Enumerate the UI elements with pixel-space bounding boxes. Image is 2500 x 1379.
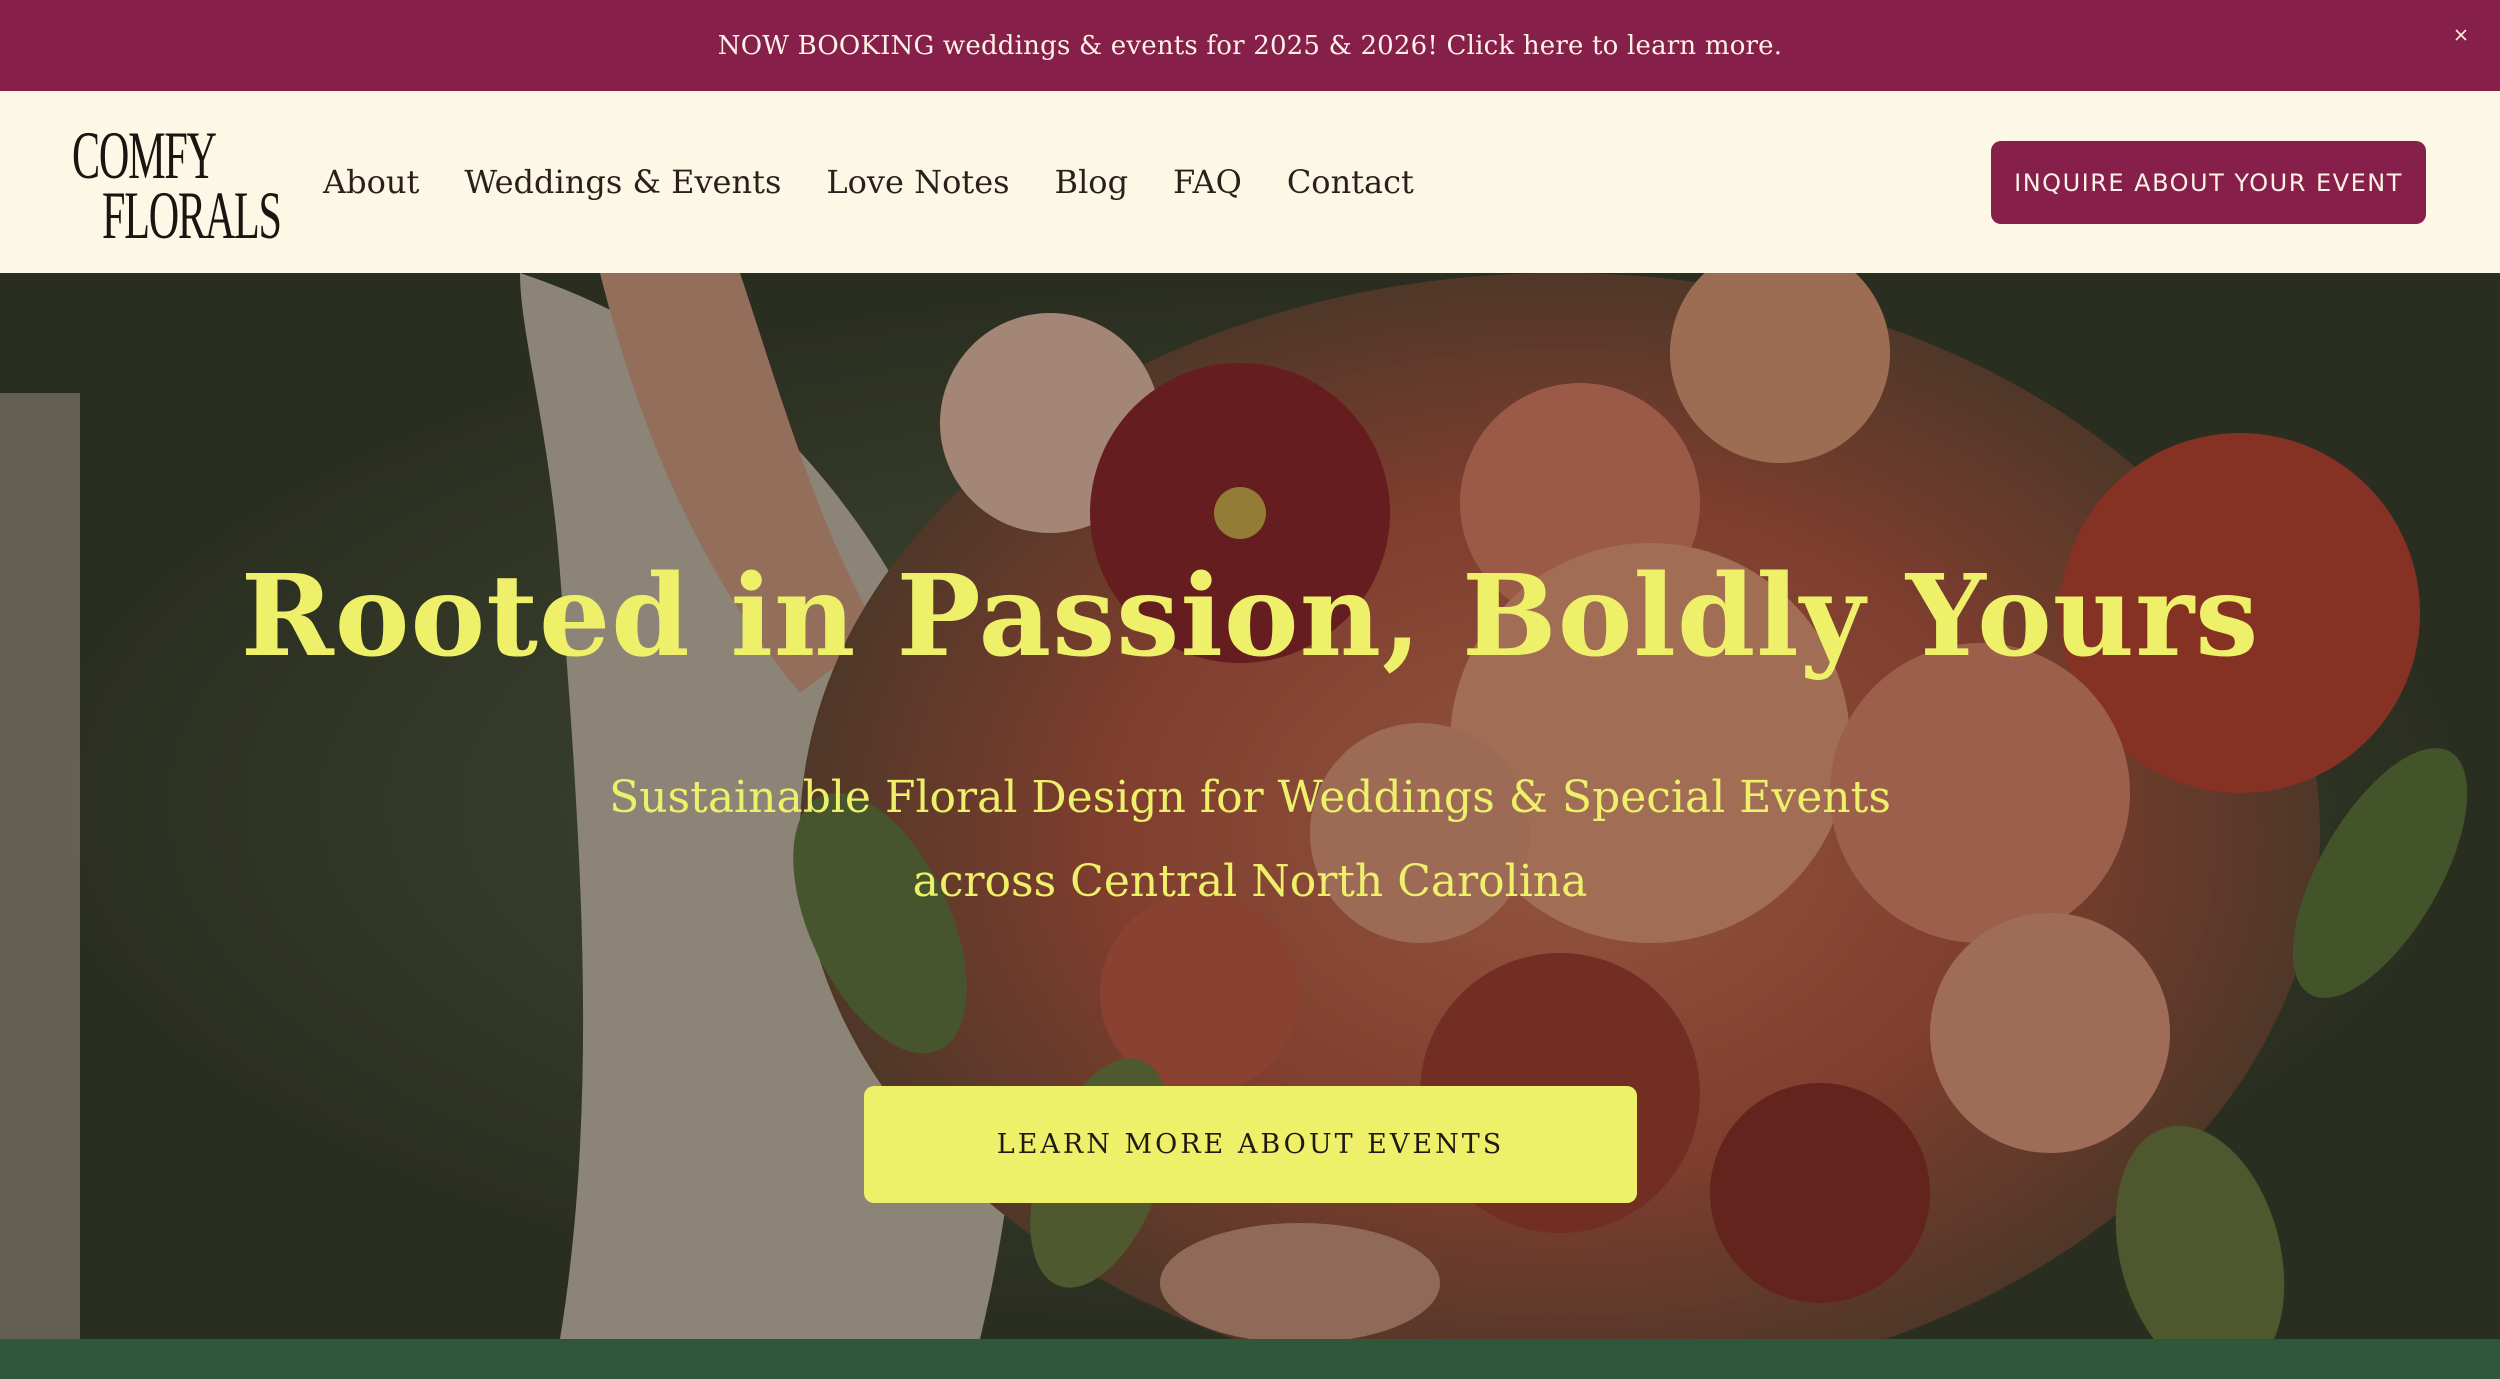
next-section-strip — [0, 1339, 2500, 1379]
announcement-bar[interactable]: NOW BOOKING weddings & events for 2025 &… — [0, 0, 2500, 91]
nav-item-weddings-events[interactable]: Weddings & Events — [464, 163, 781, 201]
nav-item-blog[interactable]: Blog — [1055, 163, 1129, 201]
announcement-text[interactable]: NOW BOOKING weddings & events for 2025 &… — [718, 31, 1782, 61]
site-header: COMFY FLORALS About Weddings & Events Lo… — [0, 91, 2500, 273]
hero-subtitle: Sustainable Floral Design for Weddings &… — [0, 756, 2500, 924]
nav-item-about[interactable]: About — [323, 163, 419, 201]
nav-item-contact[interactable]: Contact — [1287, 163, 1414, 201]
logo-line-2: FLORALS — [102, 177, 282, 253]
hero-section: Rooted in Passion, Boldly Yours Sustaina… — [0, 273, 2500, 1339]
logo[interactable]: COMFY FLORALS — [72, 121, 282, 249]
close-icon[interactable] — [2448, 22, 2474, 48]
main-nav: About Weddings & Events Love Notes Blog … — [323, 91, 1459, 273]
nav-item-faq[interactable]: FAQ — [1173, 163, 1242, 201]
hero-subtitle-line-1: Sustainable Floral Design for Weddings &… — [609, 772, 1891, 823]
nav-item-love-notes[interactable]: Love Notes — [826, 163, 1009, 201]
hero-subtitle-line-2: across Central North Carolina — [912, 856, 1588, 907]
inquire-button[interactable]: INQUIRE ABOUT YOUR EVENT — [1991, 141, 2426, 224]
learn-more-events-button[interactable]: LEARN MORE ABOUT EVENTS — [864, 1086, 1637, 1203]
hero-title: Rooted in Passion, Boldly Yours — [240, 551, 2260, 682]
